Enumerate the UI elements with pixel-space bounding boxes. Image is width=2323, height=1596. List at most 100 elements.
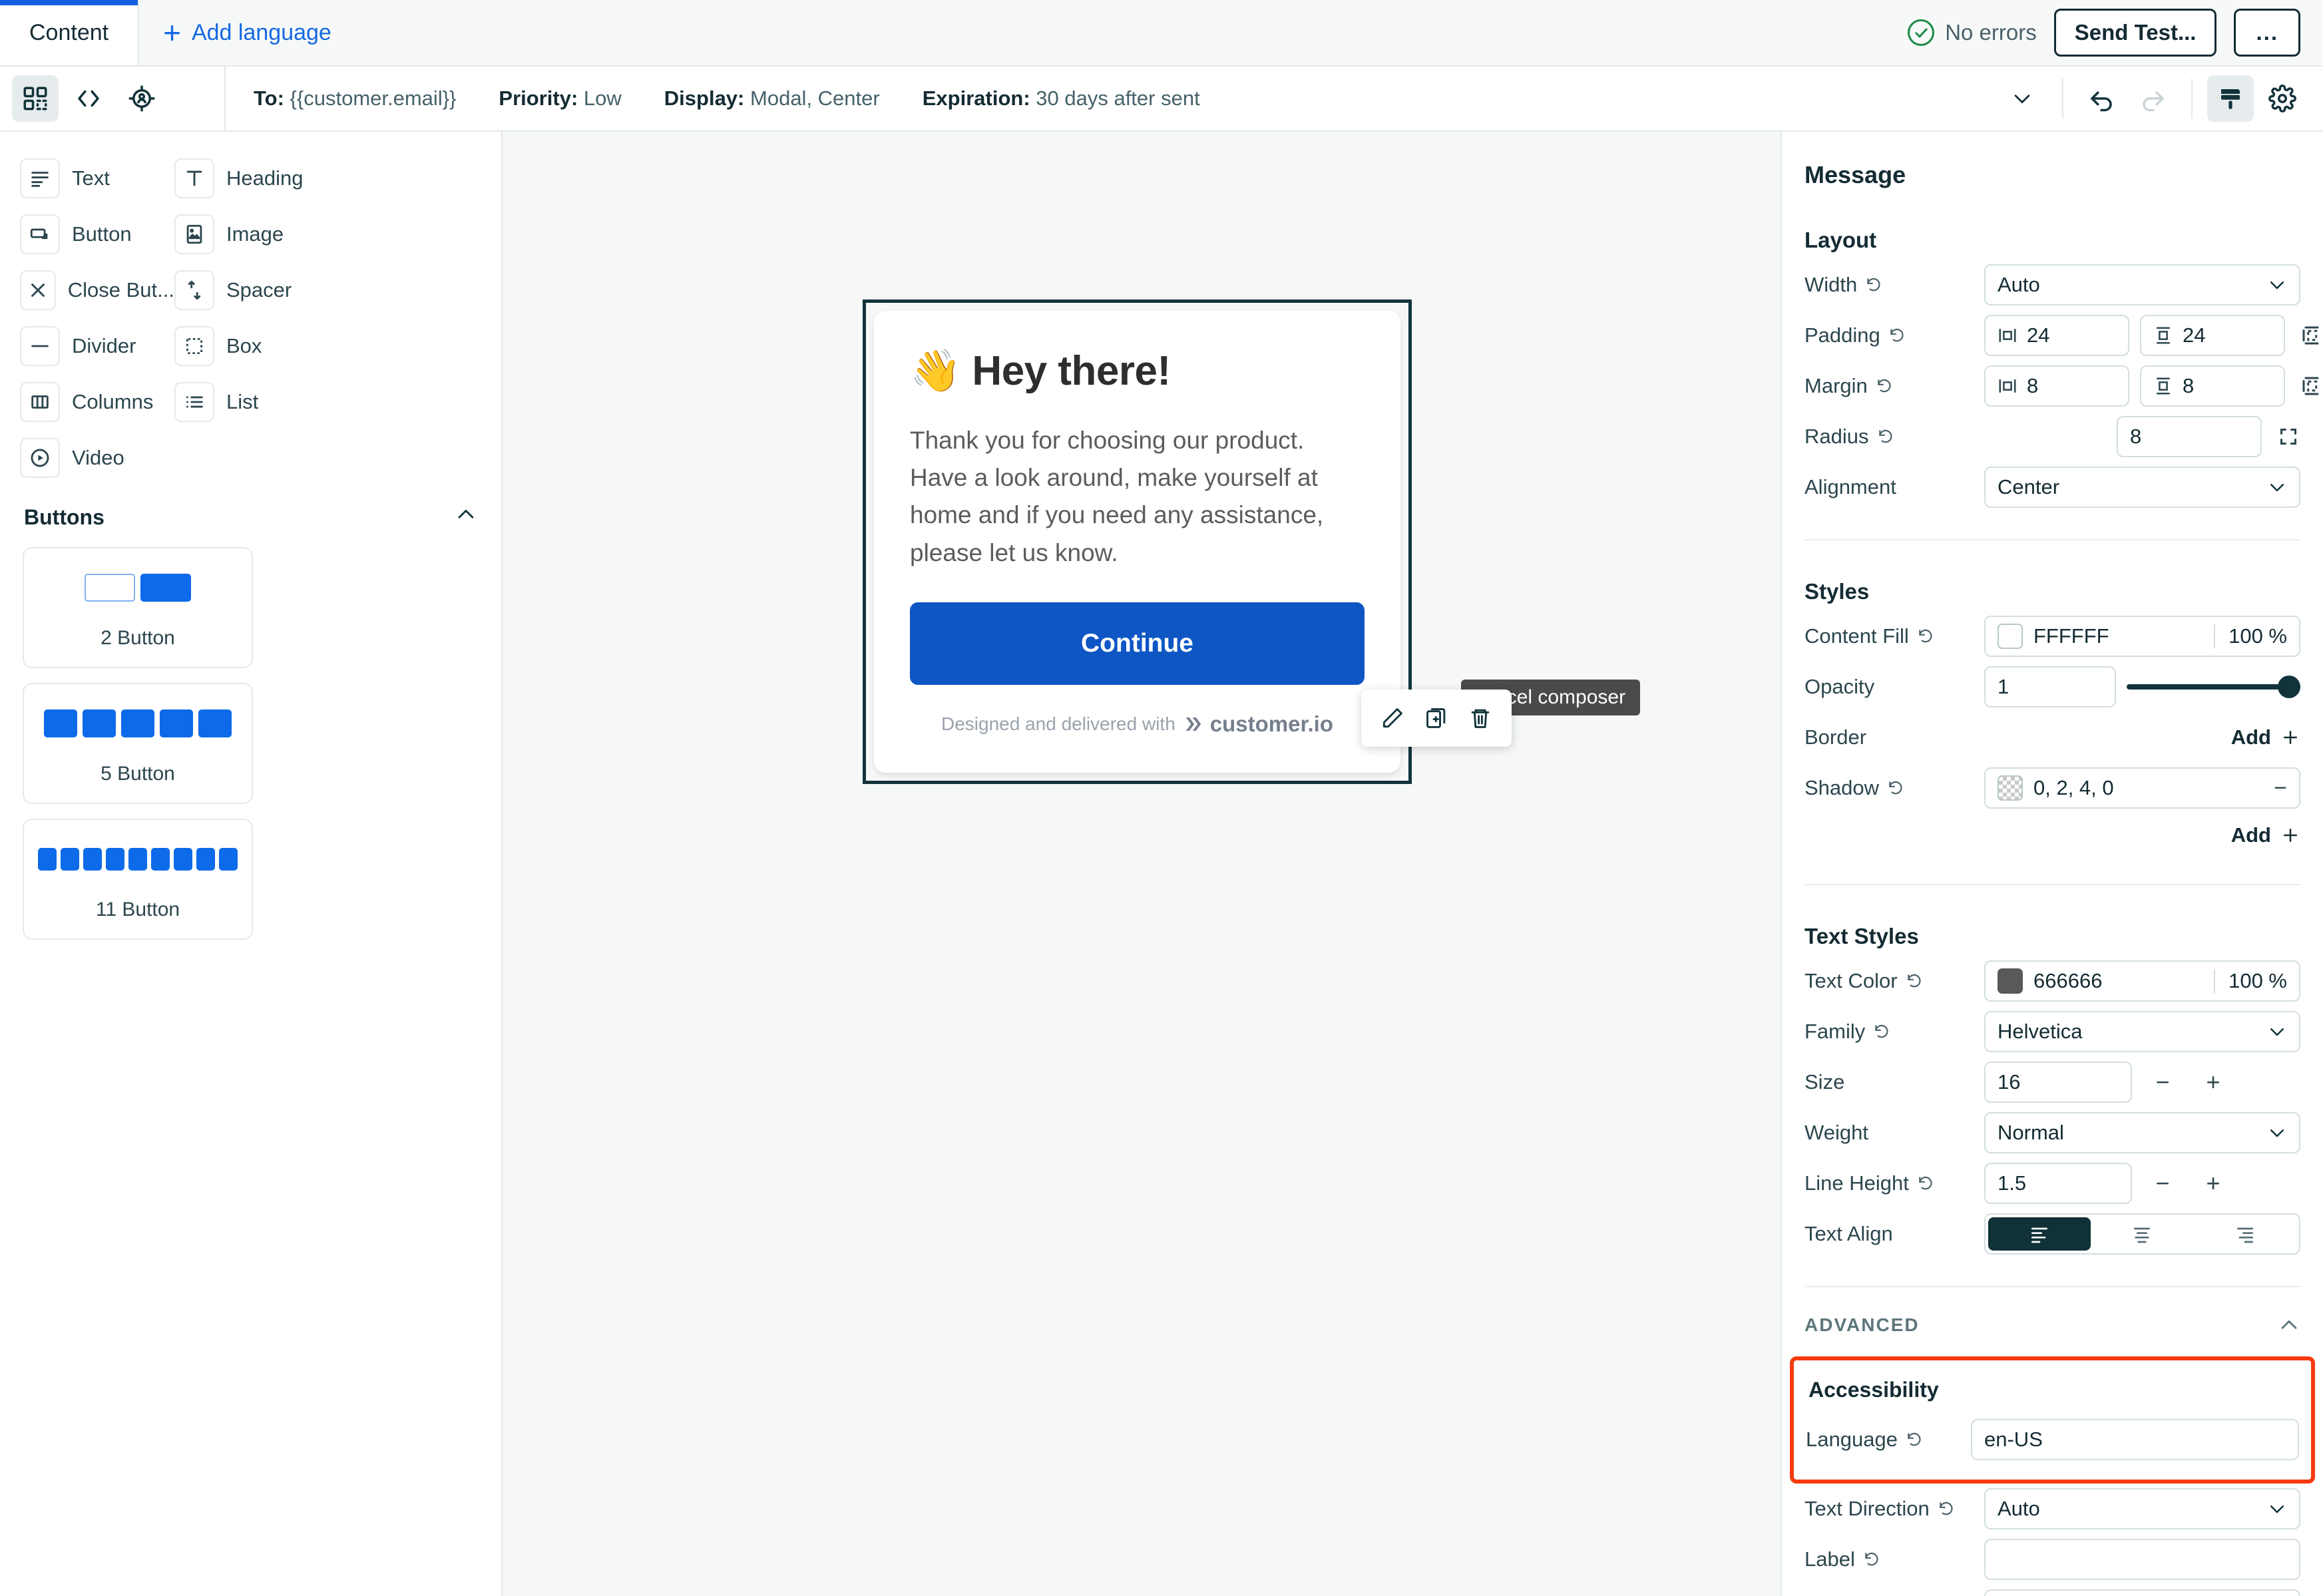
- content-fill-field[interactable]: FFFFFF 100 %: [1984, 616, 2300, 657]
- duplicate-icon[interactable]: [1417, 699, 1456, 737]
- alignment-select[interactable]: Center: [1984, 467, 2300, 508]
- text-color-opacity: 100 %: [2214, 969, 2287, 993]
- shadow-color-swatch[interactable]: [1998, 775, 2023, 801]
- reset-icon[interactable]: [1917, 628, 1934, 645]
- language-field[interactable]: en-US: [1971, 1419, 2299, 1460]
- reset-icon[interactable]: [1906, 1431, 1923, 1448]
- buttons-section-header[interactable]: Buttons: [0, 486, 501, 540]
- color-swatch[interactable]: [1998, 968, 2023, 994]
- add-language-button[interactable]: + Add language: [139, 0, 355, 65]
- selected-message-wrapper[interactable]: 👋 Hey there! Thank you for choosing our …: [863, 299, 1412, 784]
- align-center-button[interactable]: [2091, 1217, 2193, 1251]
- label-field[interactable]: [1984, 1539, 2300, 1580]
- remove-shadow-button[interactable]: −: [2264, 775, 2287, 801]
- image-icon: [174, 214, 214, 254]
- message-body[interactable]: Thank you for choosing our product. Have…: [910, 422, 1365, 572]
- text-direction-select[interactable]: Auto: [1984, 1488, 2300, 1529]
- margin-horizontal-icon: [1999, 379, 2016, 393]
- pencil-icon[interactable]: [1373, 699, 1412, 737]
- button-template-5[interactable]: 5 Button: [23, 683, 253, 804]
- reset-icon[interactable]: [1877, 428, 1894, 445]
- size-increment-button[interactable]: +: [2193, 1068, 2233, 1096]
- palette-item-image[interactable]: Image: [174, 206, 329, 262]
- tab-content[interactable]: Content: [0, 0, 140, 65]
- undo-icon[interactable]: [2078, 75, 2125, 122]
- padding-vertical-field[interactable]: 24: [2140, 315, 2285, 356]
- radius-field[interactable]: 8: [2117, 416, 2262, 457]
- content-fill-hex: FFFFFF: [2033, 624, 2109, 648]
- message-footer: Designed and delivered with customer.io: [910, 711, 1365, 737]
- send-test-button[interactable]: Send Test...: [2053, 9, 2217, 57]
- editor-toolbar: To: {{customer.email}} Priority: Low Dis…: [0, 66, 2323, 132]
- align-right-icon: [2236, 1227, 2253, 1243]
- trash-icon[interactable]: [1461, 699, 1500, 737]
- plus-icon: [2284, 731, 2297, 744]
- palette-item-divider[interactable]: Divider: [20, 318, 174, 374]
- palette-item-columns[interactable]: Columns: [20, 374, 174, 430]
- reset-icon[interactable]: [1888, 327, 1906, 344]
- family-select[interactable]: Helvetica: [1984, 1011, 2300, 1052]
- align-right-button[interactable]: [2194, 1217, 2296, 1251]
- palette-item-spacer[interactable]: Spacer: [174, 262, 329, 318]
- redo-icon[interactable]: [2130, 75, 2177, 122]
- size-decrement-button[interactable]: −: [2143, 1068, 2183, 1096]
- weight-select[interactable]: Normal: [1984, 1112, 2300, 1153]
- text-color-field[interactable]: 666666 100 %: [1984, 960, 2300, 1002]
- button-template-11[interactable]: 11 Button: [23, 819, 253, 940]
- corner-radius-icon[interactable]: [2276, 425, 2300, 449]
- slider-knob[interactable]: [2278, 676, 2300, 698]
- code-icon[interactable]: [65, 75, 112, 122]
- palette-item-close-button[interactable]: Close But...: [20, 262, 174, 318]
- reset-icon[interactable]: [1906, 972, 1923, 990]
- role-select[interactable]: None: [1984, 1589, 2300, 1596]
- line-height-increment-button[interactable]: +: [2193, 1169, 2233, 1197]
- palette-item-box[interactable]: Box: [174, 318, 329, 374]
- align-left-button[interactable]: [1988, 1217, 2091, 1251]
- palette-item-text[interactable]: Text: [20, 150, 174, 206]
- color-swatch[interactable]: [1998, 624, 2023, 649]
- reset-icon[interactable]: [1873, 1023, 1890, 1040]
- reset-icon[interactable]: [1917, 1175, 1934, 1192]
- gear-icon[interactable]: [2259, 75, 2306, 122]
- reset-icon[interactable]: [1876, 377, 1893, 395]
- reset-icon[interactable]: [1938, 1500, 1955, 1517]
- opacity-field[interactable]: 1: [1984, 666, 2116, 707]
- continue-button[interactable]: Continue: [910, 602, 1365, 685]
- brush-icon[interactable]: [2207, 75, 2254, 122]
- add-shadow-button[interactable]: Add: [2231, 823, 2300, 847]
- width-control: Auto: [1984, 264, 2300, 305]
- button-template-2[interactable]: 2 Button: [23, 547, 253, 668]
- add-border-button[interactable]: Add: [2231, 725, 2300, 749]
- width-select[interactable]: Auto: [1984, 264, 2300, 305]
- advanced-section-header[interactable]: ADVANCED: [1804, 1287, 2300, 1356]
- row-line-height: Line Height 1.5 − +: [1804, 1158, 2300, 1209]
- reset-icon[interactable]: [1887, 779, 1904, 797]
- shadow-field[interactable]: 0, 2, 4, 0 −: [1984, 767, 2300, 809]
- message-heading[interactable]: 👋 Hey there!: [910, 347, 1365, 395]
- palette-item-video[interactable]: Video: [20, 430, 174, 486]
- margin-horizontal-field[interactable]: 8: [1984, 365, 2129, 407]
- palette-label: Text: [72, 166, 110, 190]
- palette-item-list[interactable]: List: [174, 374, 329, 430]
- reset-icon[interactable]: [1865, 276, 1882, 294]
- layout-blocks-icon[interactable]: [12, 75, 59, 122]
- editor-body: Text Heading Button Image Close But... S…: [0, 132, 2323, 1596]
- padding-horizontal-field[interactable]: 24: [1984, 315, 2129, 356]
- row-weight: Weight Normal: [1804, 1107, 2300, 1158]
- opacity-slider[interactable]: [2127, 666, 2300, 707]
- chevron-down-icon[interactable]: [1997, 73, 2047, 124]
- palette-item-heading[interactable]: Heading: [174, 150, 329, 206]
- line-height-field[interactable]: 1.5: [1984, 1163, 2132, 1204]
- palette-label: Video: [72, 446, 124, 469]
- line-height-decrement-button[interactable]: −: [2143, 1169, 2183, 1197]
- palette-item-button[interactable]: Button: [20, 206, 174, 262]
- target-person-icon[interactable]: [118, 75, 165, 122]
- padding-link-all-icon[interactable]: [2300, 323, 2323, 347]
- spacer-arrows-icon: [174, 270, 214, 310]
- margin-vertical-field[interactable]: 8: [2140, 365, 2285, 407]
- margin-link-all-icon[interactable]: [2300, 374, 2323, 398]
- reset-icon[interactable]: [1863, 1551, 1880, 1568]
- radius-control: 8: [1984, 416, 2300, 457]
- size-field[interactable]: 16: [1984, 1062, 2132, 1103]
- more-options-button[interactable]: ...: [2234, 9, 2300, 57]
